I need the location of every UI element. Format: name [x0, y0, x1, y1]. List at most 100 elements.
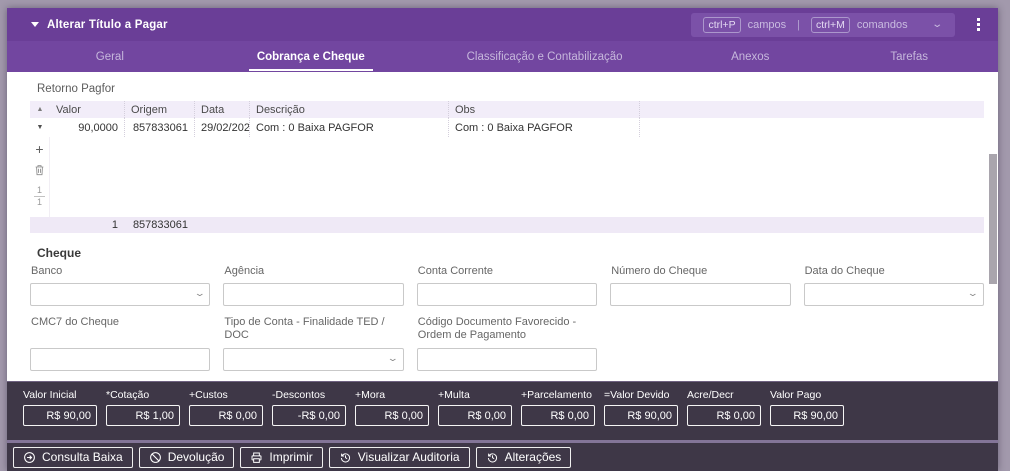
- devolucao-button[interactable]: Devolução: [138, 446, 235, 468]
- record-pager[interactable]: 1 1: [33, 185, 45, 208]
- pager-total: 1: [36, 197, 42, 207]
- kebab-menu-icon[interactable]: [973, 16, 984, 33]
- tipo-conta-select[interactable]: [223, 348, 404, 371]
- summary-valor-inicial: Valor Inicial R$ 90,00: [23, 389, 97, 440]
- cotacao-value: R$ 1,00: [106, 405, 180, 426]
- conta-corrente-label: Conta Corrente: [417, 265, 494, 277]
- retorno-pagfor-section-label: Retorno Pagfor: [37, 83, 115, 95]
- banco-select[interactable]: [30, 283, 211, 306]
- column-header-obs[interactable]: Obs: [448, 101, 639, 118]
- data-cheque-label: Data do Cheque: [804, 265, 885, 277]
- consulta-baixa-button[interactable]: Consulta Baixa: [13, 446, 133, 468]
- totals-summary-bar: Valor Inicial R$ 90,00 *Cotação R$ 1,00 …: [7, 381, 998, 443]
- history-icon: [340, 452, 350, 462]
- summary-parcelamento: +Parcelamento R$ 0,00: [521, 389, 595, 440]
- delete-row-button[interactable]: [34, 164, 45, 176]
- comandos-label: comandos: [856, 18, 908, 31]
- valor-pago-value: R$ 90,00: [770, 405, 844, 426]
- cell-descricao[interactable]: Com : 0 Baixa PAGFOR: [249, 118, 448, 137]
- summary-cotacao: *Cotação R$ 1,00: [106, 389, 180, 440]
- imprimir-button[interactable]: Imprimir: [240, 446, 323, 468]
- ctrl-p-key-chip: ctrl+P: [703, 16, 741, 33]
- summary-valor-devido: =Valor Devido R$ 90,00: [604, 389, 678, 440]
- tab-classificacao-e-contabilizacao[interactable]: Classificação e Contabilização: [409, 41, 680, 72]
- footer-count: 1: [50, 217, 124, 233]
- retorno-pagfor-table: ▲ Valor Origem Data Descrição Obs ▼ 90,0…: [30, 101, 984, 233]
- tab-geral[interactable]: Geral: [7, 41, 213, 72]
- trash-icon: [35, 165, 44, 176]
- summary-descontos: -Descontos -R$ 0,00: [272, 389, 346, 440]
- arrow-circle-icon: [24, 451, 35, 463]
- valor-inicial-value: R$ 90,00: [23, 405, 97, 426]
- chevron-down-icon[interactable]: ⌄: [931, 19, 943, 30]
- window-title: Alterar Título a Pagar: [47, 18, 168, 31]
- cmc7-input[interactable]: [30, 348, 211, 371]
- printer-icon: [251, 452, 262, 463]
- agencia-input[interactable]: [223, 283, 404, 306]
- cheque-section-heading: Cheque: [37, 246, 82, 260]
- summary-multa: +Multa R$ 0,00: [438, 389, 512, 440]
- agencia-label: Agência: [224, 265, 265, 277]
- campos-label: campos: [747, 18, 787, 31]
- alteracoes-button[interactable]: Alterações: [475, 446, 572, 468]
- block-icon: [149, 451, 161, 463]
- shortcut-separator: |: [797, 18, 800, 31]
- content-area: Retorno Pagfor ▲ Valor Origem Data Descr…: [7, 72, 998, 381]
- mora-value: R$ 0,00: [355, 405, 429, 426]
- cell-origem[interactable]: 857833061: [124, 118, 194, 137]
- visualizar-auditoria-button[interactable]: Visualizar Auditoria: [328, 446, 470, 468]
- numero-cheque-input[interactable]: [610, 283, 791, 306]
- footer-origem: 857833061: [124, 217, 194, 233]
- tipo-conta-label: Tipo de Conta - Finalidade TED / DOC: [224, 316, 385, 341]
- summary-custos: +Custos R$ 0,00: [189, 389, 263, 440]
- tab-cobranca-e-cheque[interactable]: Cobrança e Cheque: [213, 41, 409, 72]
- scrollbar-thumb[interactable]: [989, 154, 997, 284]
- summary-acre-decr: Acre/Decr R$ 0,00: [687, 389, 761, 440]
- column-header-valor[interactable]: Valor: [50, 101, 124, 118]
- codigo-barras-section-heading: Código de Barras do Boleto Bancário: [37, 380, 984, 381]
- tab-tarefas[interactable]: Tarefas: [820, 41, 998, 72]
- row-down-control[interactable]: ▼: [30, 118, 50, 137]
- shortcut-hint-pill[interactable]: ctrl+P campos | ctrl+M comandos ⌄: [691, 12, 955, 37]
- triangle-up-icon: ▲: [36, 106, 44, 113]
- cheque-form-row-2: CMC7 do Cheque Tipo de Conta - Finalidad…: [30, 316, 984, 371]
- summary-valor-pago: Valor Pago R$ 90,00: [770, 389, 844, 440]
- summary-mora: +Mora R$ 0,00: [355, 389, 429, 440]
- cmc7-label: CMC7 do Cheque: [31, 316, 120, 328]
- row-up-control[interactable]: ▲: [30, 101, 50, 118]
- pager-current: 1: [33, 185, 45, 197]
- cell-empty: [639, 118, 984, 137]
- column-header-origem[interactable]: Origem: [124, 101, 194, 118]
- vertical-scrollbar[interactable]: [989, 72, 997, 381]
- tab-anexos[interactable]: Anexos: [680, 41, 820, 72]
- valor-devido-value: R$ 90,00: [604, 405, 678, 426]
- tab-bar: Geral Cobrança e Cheque Classificação e …: [7, 41, 998, 72]
- acre-decr-value: R$ 0,00: [687, 405, 761, 426]
- desktop-background: Alterar Título a Pagar ctrl+P campos | c…: [0, 0, 1010, 471]
- cell-obs[interactable]: Com : 0 Baixa PAGFOR: [448, 118, 639, 137]
- custos-value: R$ 0,00: [189, 405, 263, 426]
- cell-data[interactable]: 29/02/2024: [194, 118, 256, 137]
- table-row-toolbar: + 1 1: [30, 137, 50, 217]
- collapse-caret-icon[interactable]: [31, 22, 39, 27]
- descontos-value: -R$ 0,00: [272, 405, 346, 426]
- history-icon: [487, 452, 497, 462]
- cell-valor[interactable]: 90,0000: [50, 118, 124, 137]
- add-row-button[interactable]: +: [35, 142, 43, 156]
- title-bar: Alterar Título a Pagar ctrl+P campos | c…: [7, 8, 998, 41]
- codigo-documento-input[interactable]: [416, 348, 598, 371]
- numero-cheque-label: Número do Cheque: [611, 265, 708, 277]
- banco-label: Banco: [31, 265, 63, 277]
- app-window: Alterar Título a Pagar ctrl+P campos | c…: [7, 8, 998, 471]
- table-empty-space: [50, 137, 984, 217]
- parcelamento-value: R$ 0,00: [521, 405, 595, 426]
- conta-corrente-input[interactable]: [416, 283, 598, 306]
- data-cheque-select[interactable]: [803, 283, 984, 306]
- column-header-descricao[interactable]: Descrição: [249, 101, 448, 118]
- footer-toolbar: Consulta Baixa Devolução Imprimir Visual…: [7, 443, 998, 471]
- column-header-data[interactable]: Data: [194, 101, 249, 118]
- footer-gutter: [30, 217, 50, 233]
- cheque-form-row-1: Banco ⌄ Agência Conta Corrente Número do…: [30, 265, 984, 306]
- codigo-documento-label: Código Documento Favorecido - Ordem de P…: [417, 316, 577, 341]
- triangle-down-icon: ▼: [36, 124, 44, 131]
